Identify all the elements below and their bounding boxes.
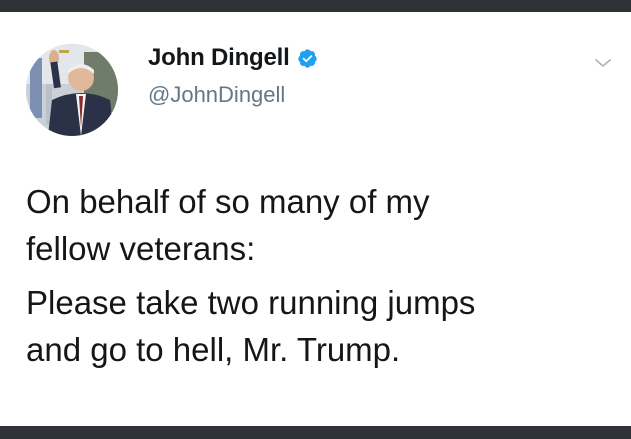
tweet-paragraph: On behalf of so many of my fellow vetera… bbox=[26, 183, 430, 267]
author-display-name[interactable]: John Dingell bbox=[148, 44, 290, 72]
chevron-down-icon[interactable] bbox=[592, 55, 614, 71]
author-handle[interactable]: @JohnDingell bbox=[148, 82, 285, 108]
verified-badge-icon bbox=[297, 48, 318, 69]
tweet-text: On behalf of so many of my fellow vetera… bbox=[26, 178, 606, 373]
author-name-row[interactable]: John Dingell bbox=[148, 42, 318, 74]
tweet-paragraph: Please take two running jumps and go to … bbox=[26, 284, 476, 368]
avatar[interactable] bbox=[26, 44, 118, 136]
tweet-card: John Dingell @JohnDingell On behalf of s… bbox=[0, 12, 631, 426]
avatar-photo bbox=[26, 44, 118, 136]
